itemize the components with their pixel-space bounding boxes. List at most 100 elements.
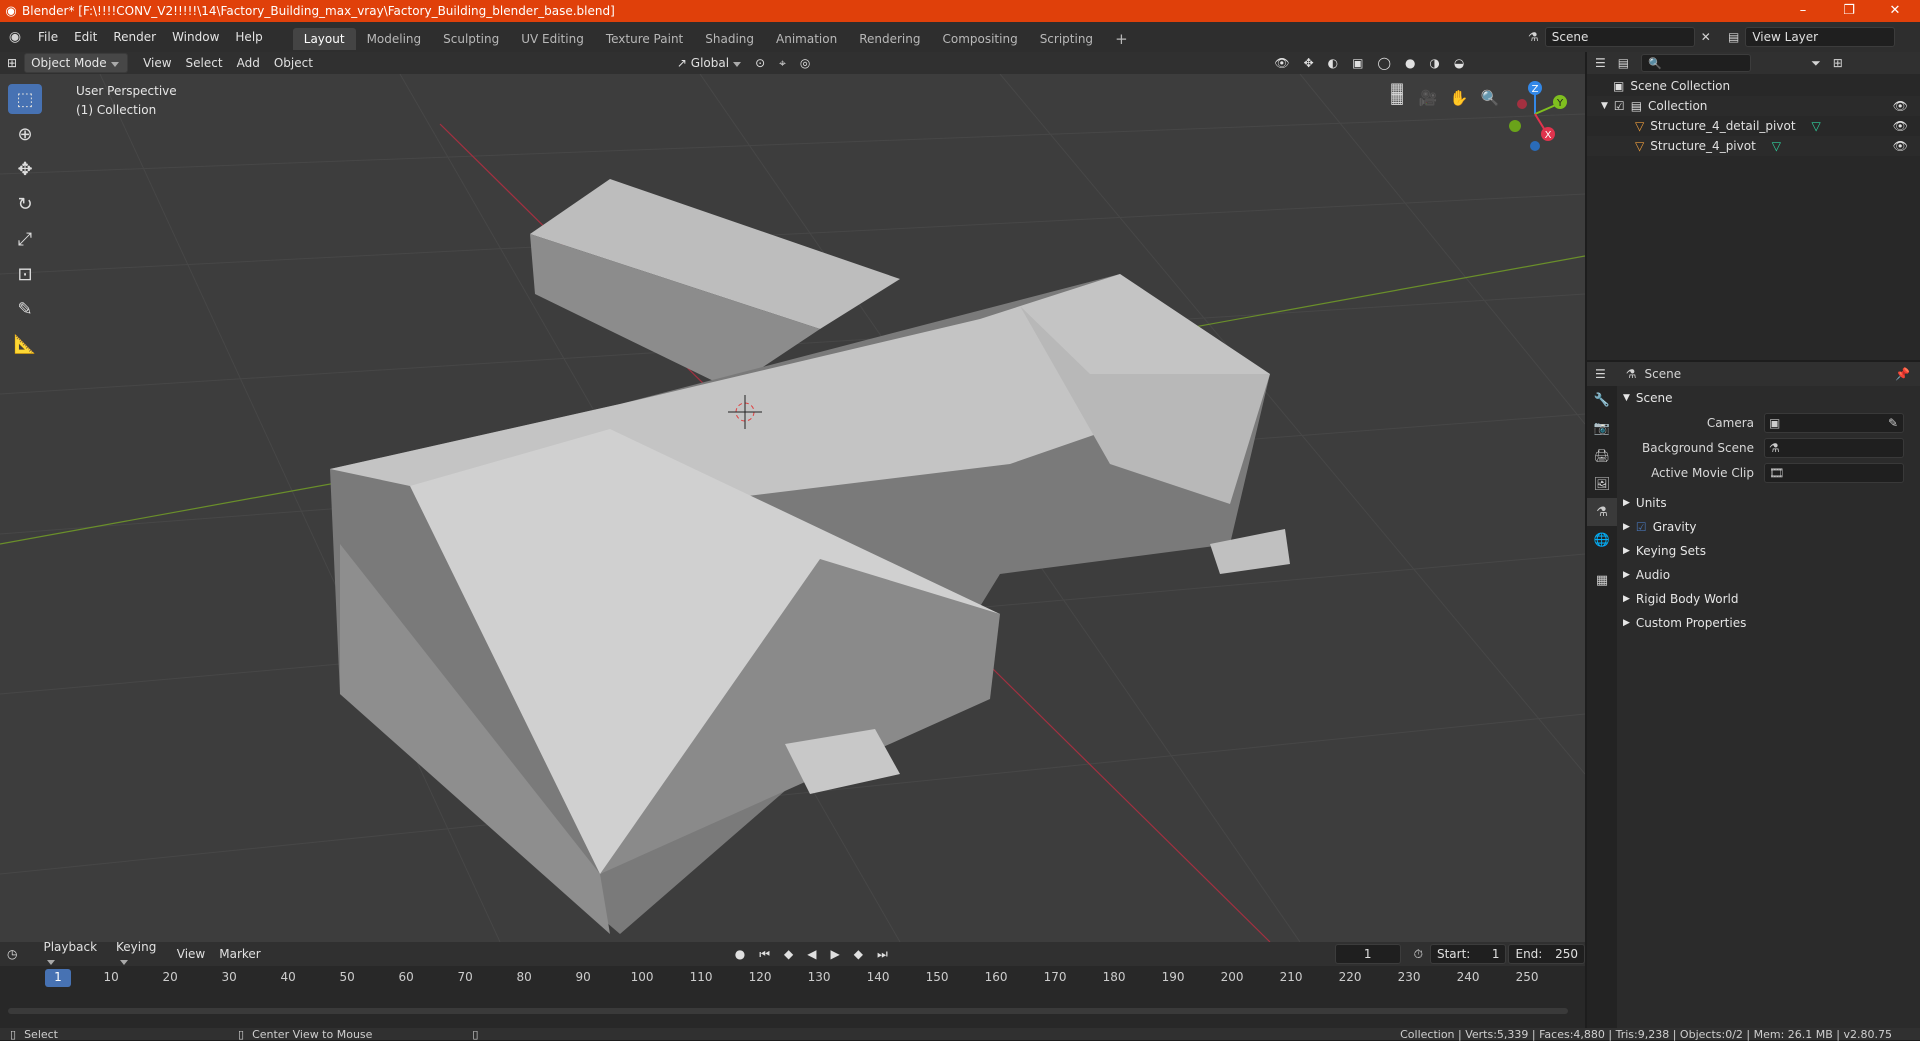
play-icon[interactable]: ▶ [823,945,846,963]
tab-layout[interactable]: Layout [292,28,356,50]
menu-help[interactable]: Help [227,30,270,44]
scene-tab-icon[interactable]: ⚗ [1587,498,1617,526]
audio-panel-header[interactable]: ▶ Audio [1619,563,1920,587]
blender-menu-icon[interactable]: ◉ [0,29,30,45]
close-button[interactable]: ✕ [1872,0,1918,22]
annotate-tool-icon[interactable]: ✎ [8,294,42,324]
custom-properties-panel-header[interactable]: ▶ Custom Properties [1619,611,1920,635]
tab-modeling[interactable]: Modeling [356,28,433,50]
mesh-data-icon[interactable]: ▽ [1812,119,1821,133]
pan-hand-icon[interactable]: ✋ [1445,84,1473,112]
scene-field[interactable]: Scene [1544,27,1695,47]
outliner-row-object[interactable]: ▽ Structure_4_pivot ▽ 👁 [1587,136,1920,156]
tab-rendering[interactable]: Rendering [848,28,931,50]
view-layer-field[interactable]: View Layer [1745,27,1896,47]
editor-type-icon[interactable]: ⊞ [0,54,24,72]
transform-orientation-dropdown[interactable]: ↗ Global [670,54,748,72]
start-frame-field[interactable]: Start: 1 [1429,944,1507,964]
jump-end-icon[interactable]: ⏭ [870,945,895,964]
rotate-tool-icon[interactable]: ↻ [8,189,42,219]
background-scene-field[interactable]: ⚗ [1764,437,1904,458]
record-icon[interactable]: ● [728,945,752,963]
proportional-edit-icon[interactable]: ◎ [793,54,817,72]
viewport-menu-view[interactable]: View [136,54,178,72]
navigation-gizmo[interactable]: Z Y X [1490,74,1585,164]
3d-viewport[interactable]: User Perspective (1) Collection ▦ ▦ 🎥 ✋ … [0,74,1585,942]
camera-view-icon[interactable]: 🎥 [1414,84,1442,112]
add-workspace-button[interactable]: + [1104,26,1139,52]
jump-start-icon[interactable]: ⏮ [752,945,777,964]
mode-dropdown[interactable]: Object Mode [24,53,129,73]
solid-shading-icon[interactable]: ● [1398,54,1422,72]
select-box-tool-icon[interactable]: ⬚ [8,84,42,114]
next-keyframe-icon[interactable]: ◆ [847,945,870,963]
move-tool-icon[interactable]: ✥ [8,154,42,184]
tab-animation[interactable]: Animation [765,28,848,50]
viewport-menu-add[interactable]: Add [230,54,267,72]
maximize-button[interactable]: ❐ [1826,0,1872,22]
timeline-menu-keying[interactable]: Keying [109,938,170,970]
transform-tool-icon[interactable]: ⊡ [8,259,42,289]
menu-window[interactable]: Window [164,30,227,44]
gizmo-icon[interactable]: ✥ [1297,54,1321,72]
rendered-shading-icon[interactable]: ◒ [1447,54,1471,72]
timeline-menu-view[interactable]: View [170,945,212,963]
tab-shading[interactable]: Shading [694,28,765,50]
menu-render[interactable]: Render [105,30,164,44]
menu-edit[interactable]: Edit [66,30,105,44]
new-collection-icon[interactable]: ⊞ [1833,56,1843,70]
outliner-row-collection[interactable]: ▼ ☑ ▤ Collection 👁 [1587,96,1920,116]
tab-compositing[interactable]: Compositing [931,28,1028,50]
xray-icon[interactable]: ▣ [1345,54,1370,72]
viewport-menu-object[interactable]: Object [267,54,320,72]
ortho-grid-icon[interactable]: ▦ [1383,84,1411,112]
expand-arrow-icon[interactable]: ▼ [1601,101,1608,111]
eyedropper-icon[interactable]: ✎ [1888,416,1898,430]
properties-editor-icon[interactable]: ☰ [1595,367,1606,381]
units-panel-header[interactable]: ▶ Units [1619,491,1920,515]
cursor-tool-icon[interactable]: ⊕ [8,119,42,149]
gravity-panel-header[interactable]: ▶ ☑ Gravity [1619,515,1920,539]
viewport-menu-select[interactable]: Select [179,54,230,72]
active-movie-clip-field[interactable]: 🎞 [1764,462,1904,483]
display-mode-icon[interactable]: ▤ [1618,56,1629,70]
render-tab-icon[interactable]: 📷 [1587,414,1617,442]
stopwatch-icon[interactable]: ⏱ [1407,945,1430,964]
checkbox-icon[interactable]: ☑ [1614,99,1625,113]
keying-sets-panel-header[interactable]: ▶ Keying Sets [1619,539,1920,563]
scale-tool-icon[interactable]: ⤢ [8,224,42,254]
gravity-checkbox[interactable]: ☑ [1636,520,1647,534]
filter-icon[interactable]: ⏷ [1811,56,1821,71]
snap-icon[interactable]: ⌖ [772,54,793,73]
texture-tab-icon[interactable]: ▦ [1587,566,1617,594]
prev-keyframe-icon[interactable]: ◆ [777,945,800,963]
outliner-row-object[interactable]: ▽ Structure_4_detail_pivot ▽ 👁 [1587,116,1920,136]
play-reverse-icon[interactable]: ◀ [800,945,823,963]
outliner-editor-icon[interactable]: ☰ [1595,56,1606,70]
eye-icon[interactable]: 👁 [1893,99,1908,113]
tab-sculpting[interactable]: Sculpting [432,28,510,50]
pin-icon[interactable]: 📌 [1895,367,1910,381]
timeline-editor-icon[interactable]: ◷ [0,945,24,963]
scene-panel-header[interactable]: ▼ Scene [1619,386,1920,410]
world-tab-icon[interactable]: 🌐 [1587,526,1617,554]
tab-uv-editing[interactable]: UV Editing [510,28,595,50]
material-shading-icon[interactable]: ◑ [1422,54,1446,72]
close-icon[interactable]: ✕ [1701,30,1711,44]
frame-ruler[interactable]: 1 10 20 30 40 50 60 70 80 90 100 110 120 130 140 150 160… [0,969,1585,987]
overlay-icon[interactable]: ◐ [1321,54,1345,72]
visibility-icon[interactable]: 👁 [1267,54,1296,72]
current-frame-field[interactable]: 1 [1334,944,1401,964]
timeline-menu-marker[interactable]: Marker [212,945,267,963]
rigid-body-world-panel-header[interactable]: ▶ Rigid Body World [1619,587,1920,611]
timeline-scrollbar[interactable] [8,1008,1568,1014]
measure-tool-icon[interactable]: 📐 [8,329,42,359]
wireframe-shading-icon[interactable]: ◯ [1371,54,1398,72]
end-frame-field[interactable]: End: 250 [1508,944,1586,964]
view-layer-tab-icon[interactable]: 🖼 [1587,470,1617,498]
menu-file[interactable]: File [30,30,66,44]
tool-tab-icon[interactable]: 🔧 [1587,386,1617,414]
pivot-icon[interactable]: ⊙ [748,54,772,72]
minimize-button[interactable]: – [1780,0,1826,22]
eye-icon[interactable]: 👁 [1893,119,1908,133]
